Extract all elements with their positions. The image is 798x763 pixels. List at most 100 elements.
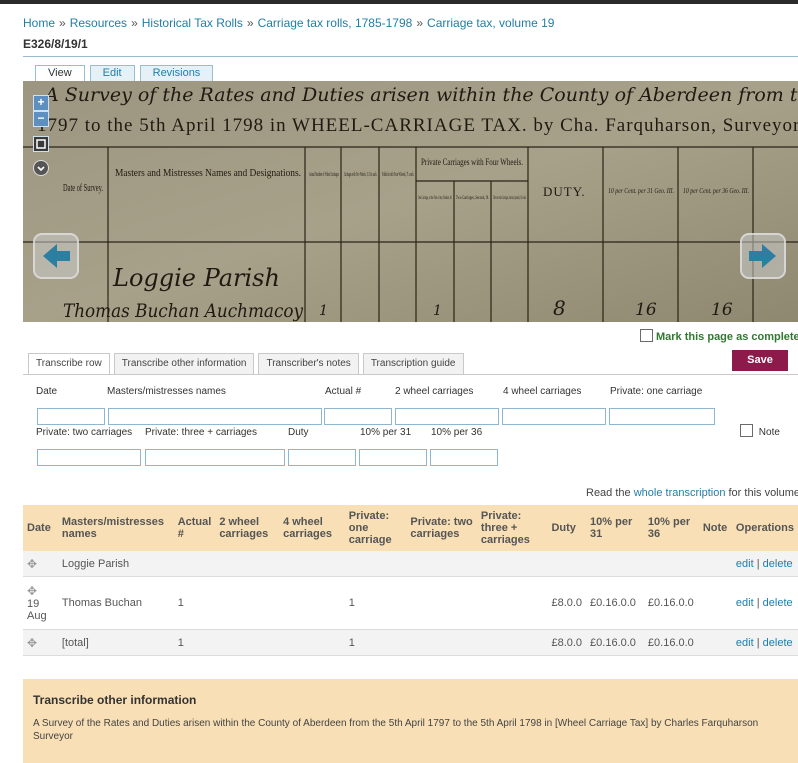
tab-view[interactable]: View [35, 65, 85, 82]
other-information-panel: Transcribe other information A Survey of… [23, 679, 798, 763]
private-three-input[interactable] [145, 449, 285, 466]
drag-handle-icon[interactable]: ✥ [27, 584, 54, 598]
tab-edit[interactable]: Edit [89, 65, 135, 81]
breadcrumb-resources[interactable]: Resources [70, 16, 127, 30]
cell-pc36: £0.16.0.0 [643, 576, 699, 630]
date-input[interactable] [37, 408, 105, 425]
cell-actual: 1 [173, 576, 216, 630]
names-label: Masters/mistresses names [107, 386, 226, 397]
four-wheel-input[interactable] [502, 408, 606, 425]
edit-link[interactable]: edit [736, 558, 754, 570]
names-input[interactable] [108, 408, 322, 425]
zoom-in-button[interactable]: + [33, 95, 49, 111]
cell-private-one: 1 [344, 629, 407, 656]
note-field[interactable]: Note [740, 424, 780, 438]
fullscreen-icon[interactable] [33, 136, 49, 152]
cell-operations: edit | delete [731, 576, 798, 630]
cell-note [698, 629, 732, 656]
col-four-wheel: 4 wheel carriages [279, 505, 345, 551]
tab-revisions[interactable]: Revisions [139, 65, 214, 81]
breadcrumb-historical-tax-rolls[interactable]: Historical Tax Rolls [142, 16, 243, 30]
read-whole-transcription: Read the whole transcription for this vo… [586, 487, 798, 499]
table-row: ✥ Loggie Parish edit | delete [23, 551, 798, 577]
title-divider [23, 56, 798, 57]
manuscript-col-private-two: Two Carriages, Second, 9l. [456, 196, 489, 201]
cell-operations: edit | delete [731, 629, 798, 656]
breadcrumb-home[interactable]: Home [23, 16, 55, 30]
cell-actual [173, 551, 216, 577]
save-button[interactable]: Save [732, 350, 788, 371]
col-two-wheel: 2 wheel carriages [215, 505, 280, 551]
edit-link[interactable]: edit [736, 637, 754, 649]
tab-transcribers-notes[interactable]: Transcriber's notes [258, 353, 359, 374]
pc31-input[interactable] [359, 449, 427, 466]
tab-transcription-guide[interactable]: Transcription guide [362, 353, 464, 374]
zoom-out-button[interactable]: − [33, 111, 49, 127]
col-actual: Actual # [173, 505, 216, 551]
tab-transcribe-other-information[interactable]: Transcribe other information [113, 353, 255, 374]
col-pc36: 10% per 36 [643, 505, 699, 551]
delete-link[interactable]: delete [763, 597, 793, 609]
cell-date: 19 Aug [27, 598, 47, 622]
edit-link[interactable]: edit [736, 597, 754, 609]
manuscript-image: A Survey of the Rates and Duties arisen … [23, 81, 798, 322]
pc31-label: 10% per 31 [360, 427, 412, 438]
cell-name: [total] [57, 629, 174, 656]
col-note: Note [698, 505, 732, 551]
col-date: Date [23, 505, 58, 551]
cell-private-two [406, 551, 477, 577]
cell-private-two [406, 629, 477, 656]
cell-private-one [344, 551, 407, 577]
drag-handle-icon[interactable]: ✥ [27, 636, 37, 650]
note-checkbox[interactable] [740, 424, 753, 437]
manuscript-entry-private: 1 [433, 303, 442, 319]
breadcrumb-separator: » [246, 16, 254, 30]
two-wheel-input[interactable] [395, 408, 499, 425]
col-private-two: Private: two carriages [406, 505, 477, 551]
previous-page-button[interactable] [33, 233, 79, 279]
manuscript-entry-10pc-36: 16 [711, 300, 733, 320]
breadcrumb: Home» Resources» Historical Tax Rolls» Carr… [23, 16, 554, 30]
tab-transcribe-row[interactable]: Transcribe row [28, 353, 110, 374]
manuscript-col-private-three: Three or more Carriages, Second, upwards… [493, 196, 526, 201]
cell-duty [547, 551, 587, 577]
private-two-input[interactable] [37, 449, 141, 466]
breadcrumb-carriage-tax-volume[interactable]: Carriage tax, volume 19 [427, 16, 554, 30]
manuscript-viewer[interactable]: A Survey of the Rates and Duties arisen … [23, 81, 798, 322]
manuscript-col-10pc-31: 10 per Cent. per 31 Geo. III. [608, 187, 674, 195]
drag-handle-icon[interactable]: ✥ [27, 557, 37, 571]
mark-completed[interactable]: Mark this page as completed [640, 329, 798, 343]
pc36-input[interactable] [430, 449, 498, 466]
tabs-divider [23, 374, 798, 375]
manuscript-col-four-wheel: Publick with Four Wheels, 7l. each. [382, 172, 414, 178]
duty-input[interactable] [288, 449, 356, 466]
col-pc31: 10% per 31 [586, 505, 644, 551]
mark-completed-checkbox[interactable] [640, 329, 653, 342]
breadcrumb-separator: » [416, 16, 424, 30]
manuscript-entry-name: Thomas Buchan Auchmacoy [63, 300, 303, 322]
delete-link[interactable]: delete [763, 558, 793, 570]
cell-pc36: £0.16.0.0 [643, 629, 699, 656]
manuscript-entry-actual: 1 [319, 303, 328, 319]
delete-link[interactable]: delete [763, 637, 793, 649]
cell-note [698, 576, 732, 630]
actual-input[interactable] [324, 408, 392, 425]
home-icon[interactable] [33, 160, 49, 176]
note-label: Note [758, 427, 780, 438]
manuscript-col-names: Masters and Mistresses Names and Designa… [115, 167, 301, 179]
next-page-button[interactable] [740, 233, 786, 279]
breadcrumb-carriage-tax-rolls[interactable]: Carriage tax rolls, 1785-1798 [258, 16, 413, 30]
cell-four-wheel [279, 551, 345, 577]
date-label: Date [36, 386, 58, 397]
whole-transcription-link[interactable]: whole transcription [634, 487, 726, 499]
other-information-title: Transcribe other information [33, 693, 197, 707]
private-one-label: Private: one carriage [610, 386, 703, 397]
cell-pc36 [643, 551, 699, 577]
four-wheel-label: 4 wheel carriages [503, 386, 582, 397]
cell-private-three [476, 629, 548, 656]
cell-name: Loggie Parish [57, 551, 174, 577]
private-one-input[interactable] [609, 408, 715, 425]
arrow-right-icon [749, 244, 776, 268]
top-bar [0, 0, 798, 4]
cell-four-wheel [279, 576, 345, 630]
